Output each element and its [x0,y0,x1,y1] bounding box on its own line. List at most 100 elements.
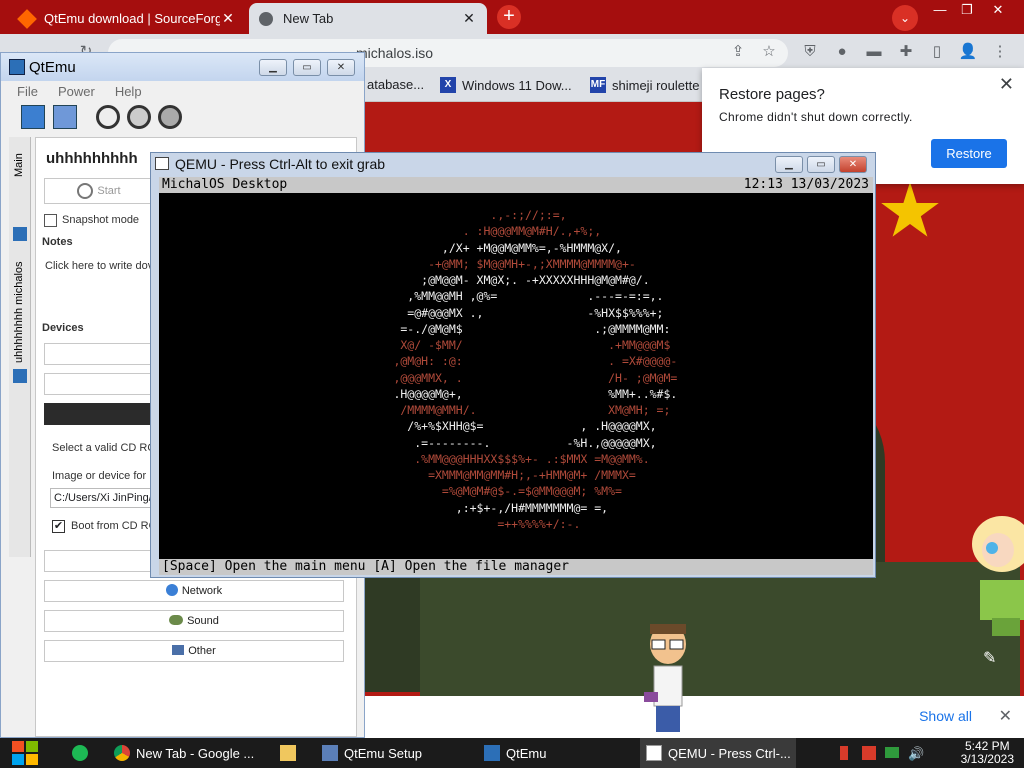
restore-button[interactable]: Restore [931,139,1007,168]
minimize-icon[interactable]: ▁ [775,156,803,173]
taskbar-clock[interactable]: 5:42 PM 3/13/2023 [961,740,1014,766]
close-window-icon[interactable]: ✕ [327,59,355,76]
profile-icon[interactable]: 👤 [958,42,978,62]
extension-flag-icon[interactable]: ▬ [864,42,884,62]
close-window-icon[interactable]: ✕ [839,156,867,173]
close-tab-icon[interactable]: ✕ [220,10,236,27]
start-button[interactable]: Start [44,178,154,204]
qtemu-icon [484,745,500,761]
bookmark-star-icon[interactable]: ☆ [759,42,779,62]
vm-display[interactable]: MichalOS Desktop 12:13 13/03/2023 .,-:;/… [159,177,873,575]
close-tab-icon[interactable]: ✕ [461,10,477,27]
start-button[interactable] [10,739,44,767]
qtemu-titlebar[interactable]: QtEmu ▁ ▭ ✕ [1,53,364,81]
tray-network-icon[interactable] [885,747,899,758]
tab-uhhhhhhhh-michalos[interactable]: uhhhhhhhh michalos [13,261,25,363]
power-off-icon[interactable] [127,105,151,129]
mf-logo-icon: MF [590,77,606,93]
taskbar-chrome[interactable]: New Tab - Google ... [108,738,262,768]
bookmark-database[interactable]: atabase... [367,77,424,92]
ascii-line: =-./@M@M$ .;@MMMM@MM: [345,321,671,336]
ascii-line: /%+%$XHH@$= , .H@@@@MX, [345,419,657,434]
ascii-line: ,@M@H: :@: . =X#@@@@- [345,354,678,369]
cd-hint: Select a valid CD RO [52,442,156,454]
taskbar-qtemu-setup[interactable]: QtEmu Setup [316,738,466,768]
os-footer: [Space] Open the main menu [A] Open the … [159,559,873,575]
qemu-app-icon [155,157,169,170]
ublock-icon[interactable]: ⛨ [800,42,820,62]
new-tab-button[interactable]: + [497,5,521,29]
other-button[interactable]: Other [44,640,344,662]
ascii-line: /MMMM@MMH/. XM@MH; =; [345,403,671,417]
shimeji-star-character[interactable] [962,500,1024,640]
tray-flag-icon[interactable] [862,746,876,760]
folder-icon [280,745,296,761]
tab-qtemu-download[interactable]: QtEmu download | SourceForg ✕ [10,3,246,34]
taskbar-explorer[interactable] [274,738,304,768]
restore-window-icon[interactable]: ❐ [955,2,979,18]
close-window-icon[interactable]: ✕ [986,2,1010,18]
share-icon[interactable]: ⇪ [728,42,748,62]
extension-avatar-icon[interactable]: ● [832,42,852,62]
menu-power[interactable]: Power [58,84,95,99]
image-label: Image or device for [52,470,147,482]
qtemu-app-icon [9,59,25,75]
vm-name: uhhhhhhhhh [46,150,138,167]
ascii-line: -+@MM; $M@@MH+-,;XMMMM@MMMM@+- [345,256,636,271]
tab-title: QtEmu download | SourceForg [44,11,220,26]
spotify-icon[interactable] [72,745,88,761]
setup-icon [322,745,338,761]
qemu-window: QEMU - Press Ctrl-Alt to exit grab ▁ ▭ ✕… [150,152,876,578]
close-download-bar-icon[interactable]: ✕ [999,706,1012,726]
shimeji-hank-character[interactable] [640,622,696,736]
other-device-icon [172,645,185,655]
snapshot-label: Snapshot mode [62,214,140,226]
os-topbar: MichalOS Desktop 12:13 13/03/2023 [159,177,873,193]
network-button[interactable]: Network [44,580,344,602]
network-label: Network [181,585,223,597]
tray-red-icon[interactable] [840,746,848,760]
taskbar-qemu[interactable]: QEMU - Press Ctrl-... [640,738,796,768]
image-path-field[interactable]: C:/Users/Xi JinPing/ [50,488,160,508]
maximize-icon[interactable]: ▭ [807,156,835,173]
bookmark-windows11[interactable]: X Windows 11 Dow... [440,77,572,93]
power-on-icon[interactable] [96,105,120,129]
tab-main[interactable]: Main [13,153,25,177]
qemu-titlebar[interactable]: QEMU - Press Ctrl-Alt to exit grab ▁ ▭ ✕ [151,153,875,175]
new-machine-icon[interactable] [21,105,45,129]
minimize-icon[interactable]: ▁ [259,59,287,76]
taskbar-qtemu[interactable]: QtEmu [478,738,628,768]
boot-checkbox[interactable]: ✔ [52,520,65,533]
ascii-line: .H@@@@M@+, %MM+..%#$. [345,386,678,401]
tab-title: New Tab [283,11,334,26]
windows-logo-icon-3 [12,754,24,765]
side-panel-icon[interactable]: ▯ [927,42,947,62]
bookmark-shimeji[interactable]: MF shimeji roulette [590,77,699,93]
address-text: michalos.iso [356,45,434,61]
edit-pencil-icon[interactable]: ✎ [983,648,996,668]
ascii-line: ,%MM@@MH ,@%= .---=-=:=,. [345,289,664,304]
devices-heading: Devices [42,322,84,334]
ascii-line: ;@M@@M- XM@X;. -+XXXXXHHH@M@M#@/. [345,273,650,287]
minimize-icon[interactable]: — [928,2,952,18]
menu-file[interactable]: File [17,84,38,99]
close-popup-icon[interactable]: ✕ [999,74,1014,95]
show-all-link[interactable]: Show all [919,708,972,724]
open-machine-icon[interactable] [53,105,77,129]
sound-label: Sound [187,615,219,627]
sound-button[interactable]: Sound [44,610,344,632]
restore-description: Chrome didn't shut down correctly. [719,110,913,124]
maximize-icon[interactable]: ▭ [293,59,321,76]
notes-field[interactable]: Click here to write dov [45,260,153,272]
reset-icon[interactable] [158,105,182,129]
ascii-line: X@/ -$MM/ .+MM@@@M$ [345,338,671,352]
menu-help[interactable]: Help [115,84,142,99]
menu-kebab-icon[interactable]: ⋮ [990,42,1010,62]
tab-search-button[interactable]: ⌄ [892,5,918,31]
image-path: C:/Users/Xi JinPing/ [54,492,152,504]
snapshot-checkbox[interactable] [44,214,57,227]
extensions-puzzle-icon[interactable]: ✚ [896,42,916,62]
tab-new-tab[interactable]: New Tab ✕ [249,3,487,34]
clock-date: 3/13/2023 [960,752,1014,766]
tray-volume-icon[interactable]: 🔊 [908,746,924,762]
